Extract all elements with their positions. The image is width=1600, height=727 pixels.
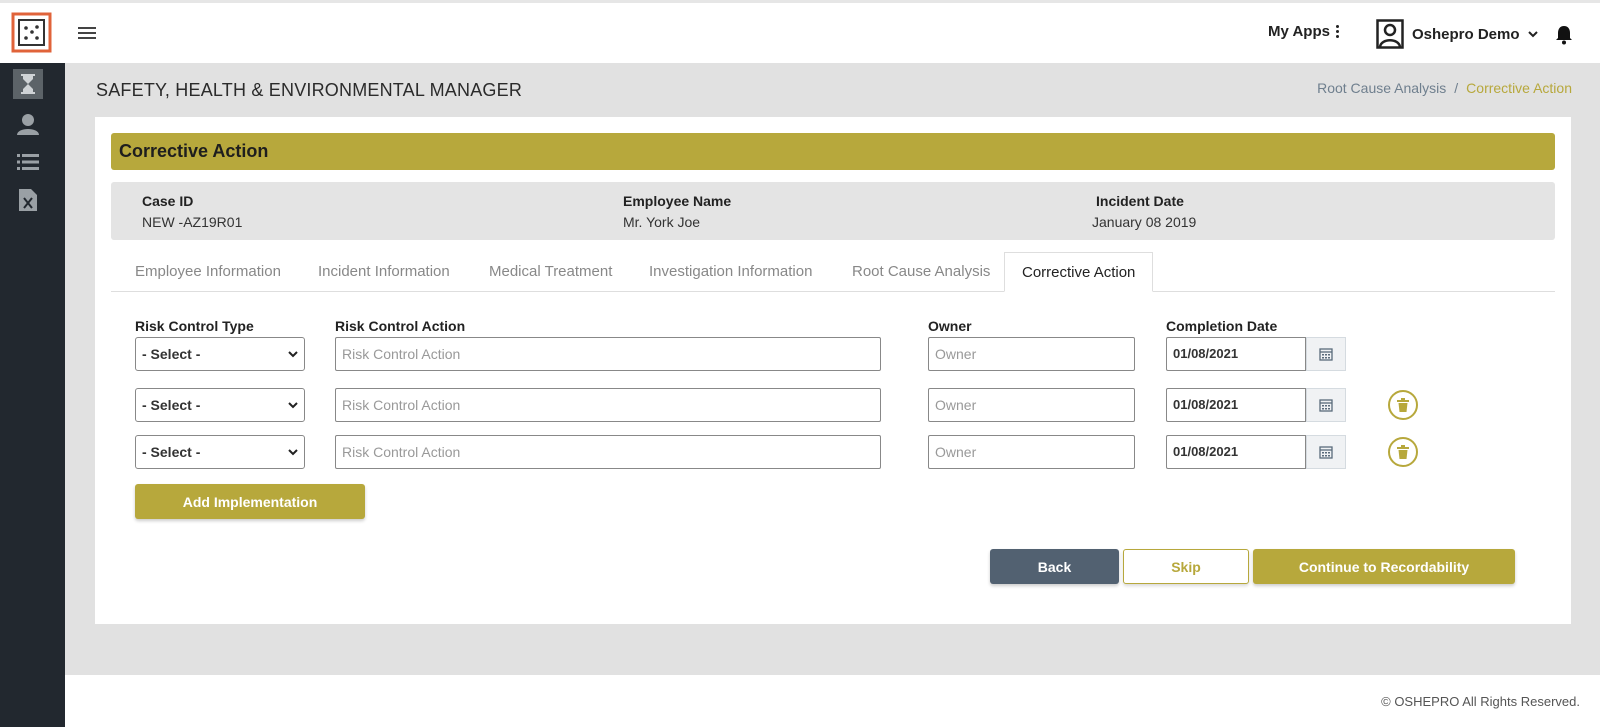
sidebar-item-hourglass[interactable] <box>13 69 43 99</box>
kebab-icon <box>1335 25 1339 38</box>
risk-control-action-input[interactable]: Risk Control Action <box>335 435 881 469</box>
risk-control-type-select[interactable]: - Select - <box>135 388 305 422</box>
notification-bell-icon[interactable] <box>1555 25 1573 50</box>
calendar-icon <box>1319 446 1333 459</box>
back-button[interactable]: Back <box>990 549 1119 584</box>
risk-control-type-select[interactable]: - Select - <box>135 337 305 371</box>
tab-medical-treatment[interactable]: Medical Treatment <box>472 252 629 292</box>
delete-row-button[interactable] <box>1388 390 1418 420</box>
owner-input[interactable]: Owner <box>928 435 1135 469</box>
risk-control-action-input[interactable]: Risk Control Action <box>335 337 881 371</box>
tab-bar: Employee Information Incident Informatio… <box>111 252 1555 292</box>
copyright-text: © OSHEPRO All Rights Reserved. <box>1381 694 1580 709</box>
hourglass-icon <box>21 74 35 94</box>
list-icon <box>17 154 39 170</box>
oshepro-logo[interactable] <box>10 11 53 54</box>
risk-control-action-input[interactable]: Risk Control Action <box>335 388 881 422</box>
sidebar <box>0 63 65 727</box>
avatar-icon <box>1376 19 1404 49</box>
completion-date-input[interactable]: 01/08/2021 <box>1166 388 1306 422</box>
my-apps-menu[interactable]: My Apps <box>1268 23 1339 40</box>
calendar-button[interactable] <box>1306 337 1346 371</box>
incident-date-label: Incident Date <box>1096 193 1184 209</box>
select-value: - Select - <box>142 397 201 413</box>
completion-date-label: Completion Date <box>1166 318 1278 334</box>
case-id-label: Case ID <box>142 193 194 209</box>
user-icon <box>17 114 39 135</box>
skip-button[interactable]: Skip <box>1123 549 1249 584</box>
section-header: Corrective Action <box>111 133 1555 170</box>
incident-date-value: January 08 2019 <box>1092 214 1197 230</box>
case-summary: Case ID NEW -AZ19R01 Employee Name Mr. Y… <box>111 182 1555 240</box>
trash-icon <box>1397 445 1409 459</box>
chevron-down-icon <box>288 402 298 409</box>
calendar-icon <box>1319 399 1333 412</box>
sidebar-item-excel[interactable] <box>13 185 43 215</box>
delete-row-button[interactable] <box>1388 437 1418 467</box>
risk-control-action-label: Risk Control Action <box>335 318 466 334</box>
calendar-button[interactable] <box>1306 388 1346 422</box>
footer: © OSHEPRO All Rights Reserved. <box>65 675 1600 727</box>
add-implementation-button[interactable]: Add Implementation <box>135 484 365 519</box>
sidebar-item-user[interactable] <box>13 109 43 139</box>
excel-file-icon <box>19 189 37 211</box>
completion-date-input[interactable]: 01/08/2021 <box>1166 435 1306 469</box>
chevron-down-icon <box>1527 30 1538 37</box>
risk-control-type-select[interactable]: - Select - <box>135 435 305 469</box>
case-id-value: NEW -AZ19R01 <box>142 214 243 230</box>
chevron-down-icon <box>288 351 298 358</box>
completion-date-input[interactable]: 01/08/2021 <box>1166 337 1306 371</box>
owner-input[interactable]: Owner <box>928 337 1135 371</box>
calendar-button[interactable] <box>1306 435 1346 469</box>
sidebar-item-list[interactable] <box>13 147 43 177</box>
top-bar: My Apps Oshepro Demo <box>0 0 1600 63</box>
my-apps-label: My Apps <box>1268 23 1330 40</box>
hamburger-menu-icon[interactable] <box>78 27 96 43</box>
tab-corrective-action[interactable]: Corrective Action <box>1004 252 1154 292</box>
tab-incident-information[interactable]: Incident Information <box>301 252 467 292</box>
employee-name-label: Employee Name <box>623 193 732 209</box>
user-name: Oshepro Demo <box>1412 25 1520 43</box>
page-title: SAFETY, HEALTH & ENVIRONMENTAL MANAGER <box>96 80 523 100</box>
breadcrumb-root-cause-analysis[interactable]: Root Cause Analysis <box>1317 80 1446 96</box>
breadcrumb: Root Cause Analysis / Corrective Action <box>1317 80 1572 96</box>
owner-input[interactable]: Owner <box>928 388 1135 422</box>
tab-investigation-information[interactable]: Investigation Information <box>632 252 829 292</box>
calendar-icon <box>1319 348 1333 361</box>
corrective-action-card: Corrective Action Case ID NEW -AZ19R01 E… <box>95 117 1571 624</box>
trash-icon <box>1397 398 1409 412</box>
breadcrumb-corrective-action: Corrective Action <box>1466 80 1572 96</box>
breadcrumb-separator: / <box>1454 80 1459 96</box>
continue-to-recordability-button[interactable]: Continue to Recordability <box>1253 549 1515 584</box>
select-value: - Select - <box>142 444 201 460</box>
chevron-down-icon <box>288 449 298 456</box>
select-value: - Select - <box>142 346 201 362</box>
tab-employee-information[interactable]: Employee Information <box>118 252 298 292</box>
risk-control-type-label: Risk Control Type <box>135 318 254 334</box>
tab-root-cause-analysis[interactable]: Root Cause Analysis <box>835 252 1007 292</box>
owner-label: Owner <box>928 318 972 334</box>
user-menu[interactable]: Oshepro Demo <box>1376 19 1538 49</box>
employee-name-value: Mr. York Joe <box>623 214 701 230</box>
